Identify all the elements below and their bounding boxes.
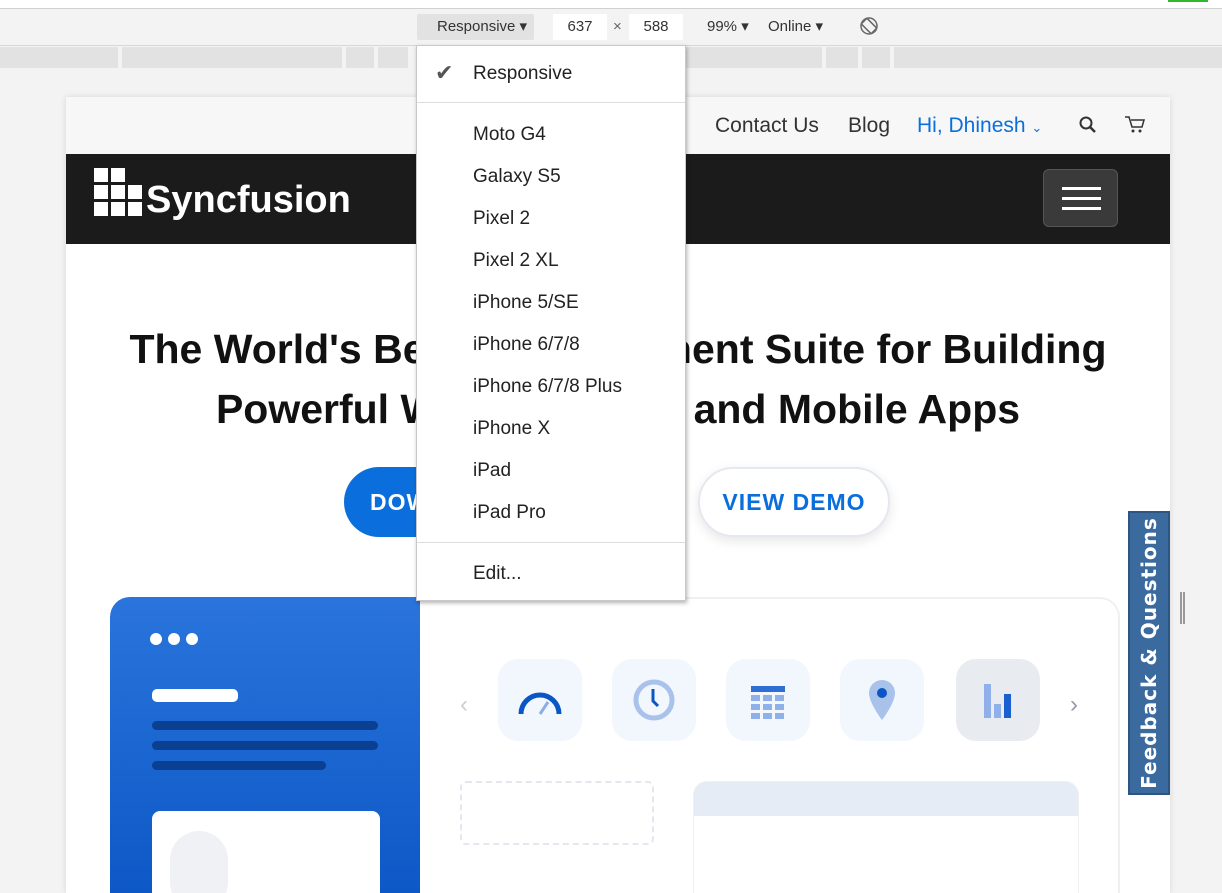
menu-item-device[interactable]: Moto G4	[473, 120, 546, 150]
check-icon: ✔	[435, 60, 454, 85]
width-input[interactable]: 637	[553, 14, 607, 40]
menu-item-device[interactable]: iPad	[473, 456, 511, 486]
network-label: Online	[768, 18, 812, 35]
chevron-down-icon: ⌄	[1031, 120, 1043, 135]
network-select[interactable]: Online ▾	[768, 14, 823, 40]
nav-user-menu[interactable]: Hi, Dhinesh ⌄	[917, 114, 1042, 138]
search-icon[interactable]	[1078, 115, 1098, 141]
user-name: Hi, Dhinesh	[917, 114, 1026, 137]
logo-mark	[94, 168, 142, 216]
zoom-label: 99%	[707, 18, 738, 35]
menu-item-responsive[interactable]: Responsive	[473, 59, 572, 89]
hero-illustration-mock: ‹ ›	[420, 597, 1120, 893]
menu-item-device[interactable]: iPad Pro	[473, 498, 546, 528]
feedback-tab[interactable]: Feedback & Questions	[1128, 511, 1170, 795]
hero-illustration-panel	[110, 597, 420, 893]
height-input[interactable]: 588	[629, 14, 683, 40]
menu-item-device[interactable]: Pixel 2 XL	[473, 246, 559, 276]
clock-icon	[612, 659, 696, 741]
device-select[interactable]: Responsive ▾	[417, 14, 534, 40]
calendar-icon	[726, 659, 810, 741]
chevron-right-icon: ›	[1070, 691, 1078, 718]
menu-item-device[interactable]: iPhone 6/7/8	[473, 330, 580, 360]
view-demo-button[interactable]: VIEW DEMO	[698, 467, 890, 537]
menu-item-device[interactable]: iPhone 5/SE	[473, 288, 579, 318]
menu-item-device[interactable]: iPhone X	[473, 414, 550, 444]
status-mark	[1168, 0, 1208, 2]
logo-text: Syncfusion	[146, 179, 351, 221]
resize-handle[interactable]	[1180, 592, 1185, 624]
bar-chart-icon	[956, 659, 1040, 741]
times-sign: ×	[613, 18, 622, 35]
cart-icon[interactable]	[1124, 115, 1146, 141]
device-label: Responsive	[437, 18, 516, 35]
zoom-select[interactable]: 99% ▾	[707, 14, 749, 40]
gauge-icon	[498, 659, 582, 741]
rotate-icon[interactable]	[859, 16, 879, 42]
menu-item-device[interactable]: Pixel 2	[473, 204, 530, 234]
window-top	[0, 0, 1222, 9]
nav-blog[interactable]: Blog	[848, 114, 890, 138]
location-pin-icon	[840, 659, 924, 741]
menu-item-device[interactable]: Galaxy S5	[473, 162, 561, 192]
hamburger-menu-button[interactable]	[1043, 169, 1118, 227]
nav-contact-us[interactable]: Contact Us	[715, 114, 819, 138]
menu-item-edit[interactable]: Edit...	[473, 559, 522, 589]
feedback-label: Feedback & Questions	[1137, 517, 1161, 789]
device-toolbar: Responsive ▾ 637 × 588 99% ▾ Online ▾	[0, 10, 1222, 46]
device-dropdown-menu: ✔ Responsive Moto G4 Galaxy S5 Pixel 2 P…	[416, 45, 686, 601]
menu-item-device[interactable]: iPhone 6/7/8 Plus	[473, 372, 622, 402]
chevron-left-icon: ‹	[460, 691, 468, 718]
syncfusion-logo[interactable]: Syncfusion	[94, 168, 351, 222]
